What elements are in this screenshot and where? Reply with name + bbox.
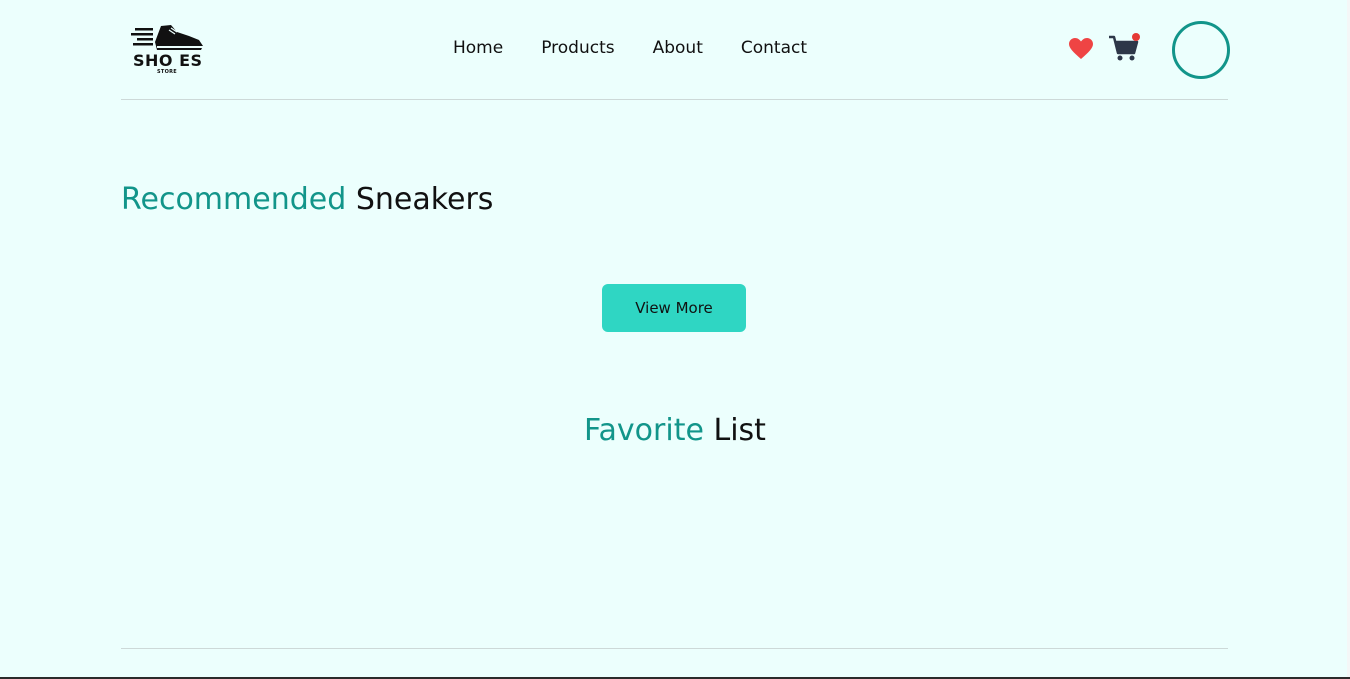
cart-notification-dot	[1132, 33, 1140, 41]
heart-icon[interactable]	[1068, 37, 1094, 61]
nav-about[interactable]: About	[653, 38, 703, 58]
favorite-list-heading: Favorite List	[0, 413, 1350, 448]
view-more-button[interactable]: View More	[602, 284, 746, 332]
favorite-heading-rest: List	[713, 413, 766, 448]
logo-text: SHO ES	[133, 51, 203, 70]
site-header: SHO ES STORE Home Products About Contact	[121, 0, 1230, 100]
logo-subtext: STORE	[157, 69, 178, 75]
page: SHO ES STORE Home Products About Contact…	[0, 0, 1350, 679]
recommended-heading-rest: Sneakers	[355, 182, 494, 217]
main-nav: Home Products About Contact	[453, 38, 845, 58]
nav-home[interactable]: Home	[453, 38, 503, 58]
footer-divider	[121, 648, 1228, 649]
profile-avatar[interactable]	[1172, 21, 1230, 79]
nav-products[interactable]: Products	[541, 38, 614, 58]
recommended-heading: Recommended Sneakers	[121, 182, 493, 217]
recommended-heading-accent: Recommended	[121, 182, 347, 217]
nav-contact[interactable]: Contact	[741, 38, 807, 58]
favorite-heading-accent: Favorite	[584, 413, 704, 448]
store-logo[interactable]: SHO ES STORE	[131, 22, 207, 78]
